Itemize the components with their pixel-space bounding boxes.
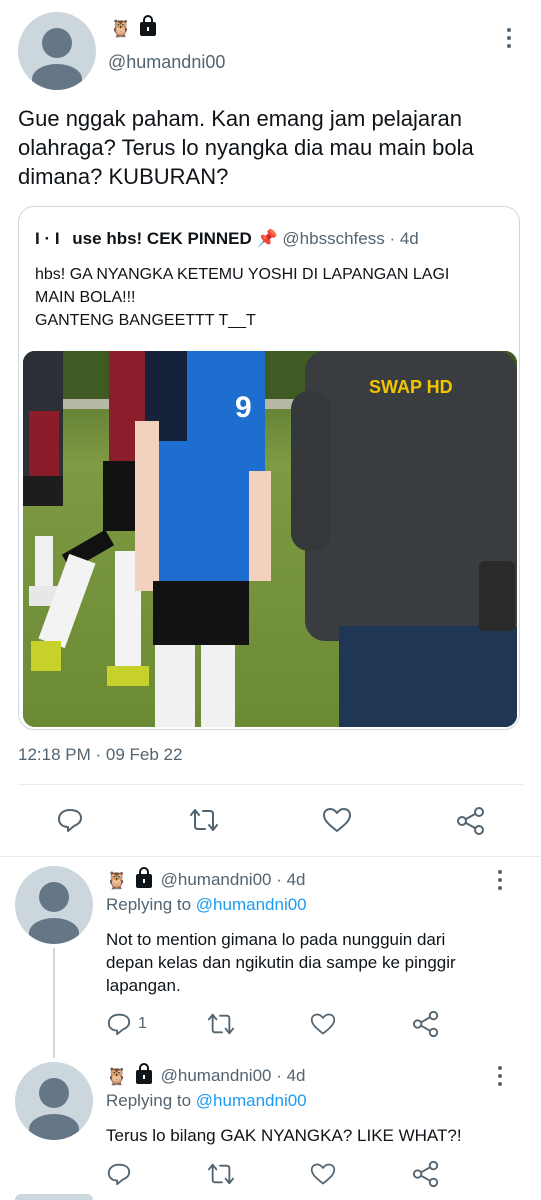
reply-header: 🦉 @humandni00 · 4d [106,1062,306,1087]
divider [0,856,541,857]
reply-avatar[interactable] [15,1194,93,1200]
reply-age: · 4d [276,870,306,889]
lock-icon [135,866,152,888]
main-tweet-text: Gue nggak paham. Kan emang jam pelajaran… [18,106,474,189]
like-icon [323,808,351,832]
owl-emoji: 🦉 [110,19,132,39]
retweet-button[interactable] [206,1161,236,1187]
owl-emoji: 🦉 [106,1067,128,1087]
retweet-button[interactable] [206,1011,236,1037]
quoted-tweet[interactable]: I · I use hbs! CEK PINNED 📌 @hbsschfess … [18,206,520,730]
reply-header: 🦉 @humandni00 · 4d [106,866,306,891]
shirt-text: SWAP HD [369,377,453,397]
quote-header: I · I use hbs! CEK PINNED 📌 @hbsschfess … [35,229,419,249]
main-author-badges: 🦉 [110,14,156,39]
like-button[interactable] [310,1161,336,1187]
lock-icon [139,14,156,36]
more-icon[interactable] [497,870,503,890]
like-button[interactable] [322,806,352,834]
main-avatar[interactable] [18,12,96,90]
reply-icon [107,1163,131,1186]
pin-emoji: 📌 [256,229,278,248]
replying-to: Replying to @humandni00 [106,895,307,914]
retweet-button[interactable] [188,806,220,834]
reply-icon [58,809,82,832]
reply-text: Terus lo bilang GAK NYANGKA? LIKE WHAT?! [106,1126,462,1145]
share-button[interactable] [412,1010,440,1038]
more-icon[interactable] [497,1066,503,1086]
jersey-number: 9 [235,391,252,424]
thread-line [53,948,55,1058]
reply-avatar[interactable] [15,866,93,944]
quote-name-prefix: I · I [35,229,60,248]
like-icon [310,1013,336,1035]
retweet-icon [208,1013,234,1035]
reply-age: · 4d [276,1066,306,1085]
divider [18,784,523,785]
share-icon [457,807,484,835]
reply-handle[interactable]: @humandni00 [161,1066,272,1085]
reply-button[interactable] [56,806,84,834]
replying-to-handle[interactable]: @humandni00 [196,1091,307,1110]
share-icon [412,1010,439,1038]
quote-text-line: hbs! GA NYANGKA KETEMU YOSHI DI LAPANGAN… [35,266,450,283]
quote-text-line: MAIN BOLA!!! [35,289,136,306]
quote-photo[interactable]: 9 SWAP HD [23,351,517,727]
tweet-timestamp[interactable]: 12:18 PM · 09 Feb 22 [18,745,182,765]
reply-text: Not to mention gimana lo pada nungguin d… [106,930,456,995]
retweet-icon [208,1163,234,1185]
share-icon [412,1160,439,1188]
reply-button[interactable] [106,1161,132,1187]
owl-emoji: 🦉 [106,871,128,891]
quote-author-name: use hbs! CEK PINNED [72,229,252,248]
quote-age: · 4d [389,229,419,248]
replying-to-handle[interactable]: @humandni00 [196,895,307,914]
retweet-icon [190,809,218,831]
more-icon[interactable] [506,28,512,48]
reply-button[interactable]: 1 [106,1011,147,1037]
like-button[interactable] [310,1011,336,1037]
share-button[interactable] [412,1160,440,1188]
reply-icon [107,1013,131,1036]
reply-count: 1 [138,1015,147,1032]
main-handle[interactable]: @humandni00 [108,52,225,73]
share-button[interactable] [456,806,486,836]
reply-handle[interactable]: @humandni00 [161,870,272,889]
quote-text: hbs! GA NYANGKA KETEMU YOSHI DI LAPANGAN… [35,263,505,332]
quote-text-line: GANTENG BANGEETTT T__T [35,312,256,329]
quote-handle: @hbsschfess [282,229,385,248]
reply-avatar[interactable] [15,1062,93,1140]
lock-icon [135,1062,152,1084]
football-field-photo: 9 SWAP HD [23,351,517,727]
like-icon [310,1163,336,1185]
replying-to: Replying to @humandni00 [106,1091,307,1110]
